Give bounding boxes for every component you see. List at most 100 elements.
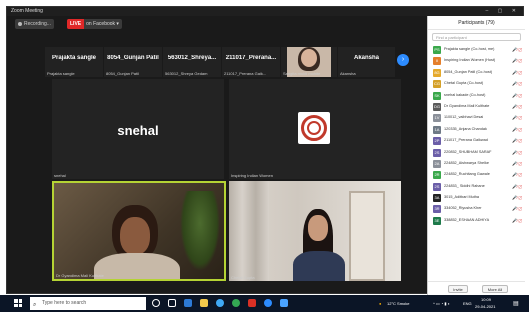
participant-avatar: 3A <box>433 194 441 203</box>
participant-row[interactable]: 1A 120335_Anjana Chandak 🎤̸ ▢̸ <box>428 124 525 135</box>
participant-avatar: II <box>433 57 441 66</box>
notification-icon[interactable]: ▤ <box>513 300 519 307</box>
participant-avatar: 2A <box>433 159 441 168</box>
muted-mic-camera-icon[interactable]: 🎤̸ ▢̸ <box>512 55 522 66</box>
clock-time[interactable]: 10:09 <box>481 297 491 302</box>
participant-name: Inspiring Indian Women (Host) <box>444 58 496 63</box>
participant-row[interactable]: 2S 220852_SHUBHAM SARAF 🎤̸ ▢̸ <box>428 147 525 158</box>
app-icon[interactable] <box>232 299 240 307</box>
muted-mic-camera-icon[interactable]: 🎤̸ ▢̸ <box>512 181 522 192</box>
participant-row[interactable]: CG Chetal Gupta (Co-host) 🎤̸ ▢̸ <box>428 78 525 89</box>
muted-mic-camera-icon[interactable]: 🎤̸ ▢̸ <box>512 158 522 169</box>
tile-label: Inspiring Indian Women <box>231 173 273 178</box>
file-explorer-icon[interactable] <box>200 299 208 307</box>
edge-icon[interactable] <box>184 299 192 307</box>
participant-thumb[interactable]: 8054_Gunjan Patil 8054_Gunjan Patil <box>104 47 162 77</box>
participant-thumb[interactable]: 563012_Shreya... 563012_Shreya Gedam <box>163 47 221 77</box>
task-view-icon[interactable] <box>168 299 176 307</box>
zoom-app-icon[interactable] <box>264 299 272 307</box>
participant-thumb[interactable]: Prajakta sangle Prajakta sangle <box>45 47 103 77</box>
clock-date[interactable]: 29-04-2021 <box>475 304 495 309</box>
windows-start-icon[interactable] <box>14 299 22 307</box>
muted-mic-camera-icon[interactable]: 🎤̸ ▢̸ <box>512 215 522 226</box>
participant-avatar: 3E <box>433 216 441 225</box>
participant-row[interactable]: 2S 224853_ Siddhi Rahane 🎤̸ ▢̸ <box>428 181 525 192</box>
participant-row[interactable]: 8G 8054_Gunjan Patil (Co-host) 🎤̸ ▢̸ <box>428 67 525 78</box>
gallery-strip: Prajakta sangle Prajakta sangle 8054_Gun… <box>45 47 395 77</box>
participant-row[interactable]: 1V 110012_vaibhavi Desai 🎤̸ ▢̸ <box>428 112 525 123</box>
participant-name: Dr Gyandima Mali Kulthate <box>444 103 490 108</box>
participant-row[interactable]: DG Dr Gyandima Mali Kulthate 🎤̸ ▢̸ <box>428 101 525 112</box>
muted-mic-camera-icon[interactable]: 🎤̸ ▢̸ <box>512 169 522 180</box>
participant-row[interactable]: PS Prajakta sangle (Co-host, me) 🎤̸ ▢̸ <box>428 44 525 55</box>
participant-row[interactable]: II Inspiring Indian Women (Host) 🎤̸ ▢̸ <box>428 55 525 66</box>
tile-label: snehal <box>54 173 66 178</box>
participant-avatar: 3R <box>433 205 441 214</box>
cortana-icon[interactable] <box>152 299 160 307</box>
zoom-window: Zoom Meeting – ▢ ✕ Recording... LIVE on F… <box>6 6 525 295</box>
participant-search-input[interactable]: Find a participant <box>432 33 521 41</box>
muted-mic-camera-icon[interactable]: 🎤̸ ▢̸ <box>512 78 522 89</box>
invite-button[interactable]: Invite <box>448 285 468 293</box>
participant-name: snehal kakade (Co-host) <box>444 92 486 97</box>
muted-mic-camera-icon[interactable]: 🎤̸ ▢̸ <box>512 90 522 101</box>
organization-logo <box>298 112 330 144</box>
participant-name: 211017_Prerana Gaikwad <box>444 138 488 143</box>
participant-avatar: 2R <box>433 171 441 180</box>
muted-mic-camera-icon[interactable]: 🎤̸ ▢̸ <box>512 192 522 203</box>
participant-row[interactable]: 2R 224852_Ruchitang Gawale 🎤̸ ▢̸ <box>428 169 525 180</box>
participant-thumb[interactable]: 211017_Prerana... 211017_Prerana Gaik... <box>222 47 280 77</box>
live-target: on Facebook ▾ <box>86 21 119 27</box>
language-indicator[interactable]: ENG <box>463 301 472 306</box>
participant-thumb-video[interactable]: Sangita mukti mohite <box>281 47 337 77</box>
muted-mic-camera-icon[interactable]: 🎤̸ ▢̸ <box>512 147 522 158</box>
participants-title: Participants (79) <box>428 16 525 30</box>
participant-row[interactable]: 3R 334052_Riyusha Kher 🎤̸ ▢̸ <box>428 203 525 214</box>
system-tray: ● 12°C Smoke ^ ▭ ◔ ▮ ◐ ENG 10:09 29-04-2… <box>375 295 525 312</box>
tray-icons[interactable]: ^ ▭ ◔ ▮ ◐ <box>433 301 450 306</box>
participant-name: 120335_Anjana Chandak <box>444 126 487 131</box>
muted-mic-camera-icon[interactable]: 🎤̸ ▢̸ <box>512 135 522 146</box>
muted-mic-camera-icon[interactable]: 🎤̸ ▢̸ <box>512 124 522 135</box>
muted-mic-camera-icon[interactable]: 🎤̸ ▢̸ <box>512 203 522 214</box>
participant-name: 224852_Ruchitang Gawale <box>444 172 490 177</box>
muted-mic-camera-icon[interactable]: 🎤̸ ▢̸ <box>512 67 522 78</box>
more-button[interactable]: More All <box>482 285 508 293</box>
search-icon: ⌕ <box>33 302 37 308</box>
participant-avatar: PS <box>433 46 441 54</box>
app-icon[interactable] <box>280 299 288 307</box>
participant-row[interactable]: 3E 338852_ESHAAN ADHIYA 🎤̸ ▢̸ <box>428 215 525 226</box>
chrome-icon[interactable] <box>216 299 224 307</box>
thumb-label: Akansha <box>340 71 356 76</box>
tile-label: Dr Gyandima Mali Kulthate <box>56 273 104 278</box>
muted-mic-camera-icon[interactable]: 🎤̸ ▢̸ <box>512 44 522 55</box>
video-tile-host[interactable]: Inspiring Indian Women <box>229 79 401 179</box>
participant-thumb[interactable]: Akansha Akansha <box>338 47 395 77</box>
participant-avatar: 2S <box>433 148 441 157</box>
curtain <box>229 181 269 281</box>
window-title: Zoom Meeting <box>11 8 43 14</box>
thumb-label: 211017_Prerana Gaik... <box>224 71 267 76</box>
next-page-button[interactable]: › <box>397 54 409 66</box>
participant-row[interactable]: 2P 211017_Prerana Gaikwad 🎤̸ ▢̸ <box>428 135 525 146</box>
taskbar-search-input[interactable]: ⌕ Type here to search <box>30 297 146 310</box>
recording-label: Recording... <box>24 21 51 27</box>
thumb-label: 8054_Gunjan Patil <box>106 71 139 76</box>
live-stream-button[interactable]: LIVE on Facebook ▾ <box>67 19 122 29</box>
participant-row[interactable]: 2A 224852_Aishwarya Shelke 🎤̸ ▢̸ <box>428 158 525 169</box>
acrobat-icon[interactable] <box>248 299 256 307</box>
participant-avatar: 8G <box>433 68 441 77</box>
participant-row[interactable]: 3A 3015_Aditbari Mutha 🎤̸ ▢̸ <box>428 192 525 203</box>
participant-name: 224853_ Siddhi Rahane <box>444 183 485 188</box>
title-bar: Zoom Meeting – ▢ ✕ <box>7 7 523 16</box>
participant-row[interactable]: SK snehal kakade (Co-host) 🎤̸ ▢̸ <box>428 90 525 101</box>
meeting-topbar: Recording... LIVE on Facebook ▾ <box>7 16 427 32</box>
video-tile-active-speaker[interactable]: Dr Gyandima Mali Kulthate <box>52 181 226 281</box>
video-tile-participant[interactable]: Chetal Gupta <box>229 181 401 281</box>
video-tile-snehal[interactable]: snehal snehal <box>52 79 224 179</box>
muted-mic-camera-icon[interactable]: 🎤̸ ▢̸ <box>512 112 522 123</box>
recording-indicator[interactable]: Recording... <box>15 19 54 29</box>
window-controls[interactable]: – ▢ ✕ <box>486 7 520 16</box>
muted-mic-camera-icon[interactable]: 🎤̸ ▢̸ <box>512 101 522 112</box>
thumb-name: 563012_Shreya... <box>167 55 217 61</box>
